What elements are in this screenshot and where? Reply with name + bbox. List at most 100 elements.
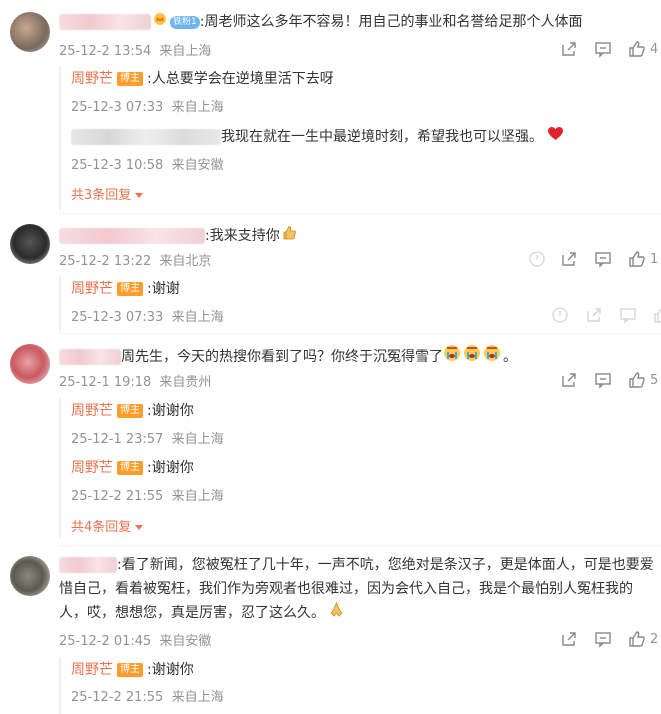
username-blurred[interactable] bbox=[59, 228, 205, 244]
thumbs-up-icon[interactable] bbox=[653, 306, 661, 328]
comment-icon[interactable] bbox=[619, 306, 637, 328]
username-blurred[interactable] bbox=[59, 557, 117, 573]
reply-date: 25-12-2 21:55 bbox=[71, 489, 164, 504]
reply-author[interactable]: 周野芒 bbox=[71, 460, 113, 476]
reply-list: 周野芒 博主:谢谢你 25-12-1 23:57 来自上海 周野芒 博主:谢谢你 2… bbox=[59, 398, 661, 538]
share-icon[interactable] bbox=[585, 306, 603, 328]
reply-date: 25-12-3 10:58 bbox=[71, 158, 164, 173]
reply-text: :谢谢 bbox=[147, 281, 180, 297]
reply-list: 周野芒 博主:谢谢你 25-12-2 21:55 来自上海 bbox=[59, 657, 661, 714]
comment-date: 25-12-1 19:18 bbox=[59, 375, 152, 390]
comment-date: 25-12-2 13:54 bbox=[59, 44, 152, 59]
reply-meta: 25-12-3 07:33 来自上海 bbox=[71, 96, 224, 115]
thumbs-up-icon[interactable] bbox=[628, 40, 646, 58]
dislike-icon[interactable] bbox=[528, 250, 546, 268]
like-count: 4 bbox=[650, 41, 659, 57]
share-icon[interactable] bbox=[560, 250, 578, 268]
author-badge: 博主 bbox=[117, 72, 143, 86]
comment-actions: 4 bbox=[560, 40, 658, 58]
reply-text: :谢谢你 bbox=[147, 403, 194, 419]
reply-meta: 25-12-2 21:55 来自上海 bbox=[71, 485, 224, 504]
more-replies-label: 共3条回复 bbox=[71, 188, 132, 203]
reply-date: 25-12-1 23:57 bbox=[71, 432, 164, 447]
username-blurred[interactable] bbox=[59, 14, 151, 30]
reply-location: 来自上海 bbox=[171, 432, 224, 447]
comment-location: 来自贵州 bbox=[159, 375, 212, 390]
comment-text: 周先生，今天的热搜你看到了吗？你终于沉冤得雪了 bbox=[121, 349, 443, 365]
comment-meta: 25-12-2 13:54 来自上海 bbox=[59, 40, 211, 59]
reply-meta: 25-12-1 23:57 来自上海 bbox=[71, 428, 224, 447]
thumbs-up-icon[interactable] bbox=[628, 630, 646, 648]
avatar[interactable] bbox=[10, 344, 50, 384]
comment-date: 25-12-2 01:45 bbox=[59, 634, 152, 649]
reply-item: 周野芒 博主:谢谢你 bbox=[71, 400, 194, 422]
reply-list: 周野芒 博主:人总要学会在逆境里活下去呀 25-12-3 07:33 来自上海 我… bbox=[59, 66, 661, 210]
like-count: 5 bbox=[650, 372, 659, 388]
thumbs-up-icon[interactable] bbox=[628, 371, 646, 389]
reply-date: 25-12-3 07:33 bbox=[71, 310, 164, 325]
reply-author[interactable]: 周野芒 bbox=[71, 403, 113, 419]
comment-text: :我来支持你 bbox=[205, 228, 280, 244]
like-count: 2 bbox=[650, 631, 659, 647]
comment-actions: 2 bbox=[560, 630, 658, 648]
username-blurred[interactable] bbox=[59, 349, 121, 365]
share-icon[interactable] bbox=[560, 371, 578, 389]
reply-meta: 25-12-2 21:55 来自上海 bbox=[71, 686, 224, 705]
reply-author[interactable]: 周野芒 bbox=[71, 281, 113, 297]
comment-location: 来自北京 bbox=[159, 254, 212, 269]
reply-item: 周野芒 博主:人总要学会在逆境里活下去呀 bbox=[71, 68, 334, 90]
thumbs-up-icon[interactable] bbox=[628, 250, 646, 268]
comment-text-line: 人，哎，想想您，真是厉害，忍了这么久。 bbox=[59, 605, 325, 621]
more-replies-link[interactable]: 共3条回复 bbox=[71, 184, 144, 203]
reply-list: 周野芒 博主 :谢谢 25-12-3 07:33 来自上海 bbox=[59, 276, 661, 332]
reply-text: :谢谢你 bbox=[147, 460, 194, 476]
crying-face-icon bbox=[443, 344, 503, 370]
comment-actions: 5 bbox=[560, 371, 658, 389]
reply-item: 周野芒 博主:谢谢你 bbox=[71, 659, 194, 681]
comment-icon[interactable] bbox=[594, 40, 612, 58]
comment-location: 来自上海 bbox=[159, 44, 212, 59]
reply-location: 来自上海 bbox=[171, 690, 224, 705]
divider bbox=[59, 213, 661, 214]
comment-icon[interactable] bbox=[594, 250, 612, 268]
comment-actions: 1 bbox=[560, 250, 658, 268]
reply-location: 来自上海 bbox=[171, 100, 224, 115]
crown-icon bbox=[153, 10, 167, 34]
reply-item: 我现在就在一生中最逆境时刻，希望我也可以坚强。 bbox=[71, 126, 564, 148]
divider bbox=[59, 333, 661, 334]
comment-meta: 25-12-2 01:45 来自安徽 bbox=[59, 630, 211, 649]
like-count: 1 bbox=[650, 251, 659, 267]
thumbs-up-emoji-icon bbox=[282, 224, 297, 248]
comment-icon[interactable] bbox=[594, 630, 612, 648]
reply-text: :谢谢你 bbox=[147, 662, 194, 678]
share-icon[interactable] bbox=[560, 40, 578, 58]
reply-author[interactable]: 周野芒 bbox=[71, 662, 113, 678]
reply-location: 来自安徽 bbox=[171, 158, 224, 173]
fan-badge: 铁粉1 bbox=[170, 15, 200, 29]
reply-item: 周野芒 博主 :谢谢 bbox=[71, 278, 180, 300]
comment-icon[interactable] bbox=[594, 371, 612, 389]
reply-date: 25-12-3 07:33 bbox=[71, 100, 164, 115]
share-icon[interactable] bbox=[560, 630, 578, 648]
comment-location: 来自安徽 bbox=[159, 634, 212, 649]
dislike-icon[interactable] bbox=[551, 306, 569, 328]
avatar[interactable] bbox=[10, 12, 50, 52]
comment-text-line: 惜自己，看着被冤枉，我们作为旁观者也很难过，因为会代入自己，我是个最怕别人冤枉我… bbox=[59, 581, 633, 597]
author-badge: 博主 bbox=[117, 282, 143, 296]
divider bbox=[59, 545, 661, 546]
avatar[interactable] bbox=[10, 556, 50, 596]
more-replies-link[interactable]: 共4条回复 bbox=[71, 516, 144, 535]
username-blurred[interactable] bbox=[71, 129, 221, 145]
reply-text: 我现在就在一生中最逆境时刻，希望我也可以坚强。 bbox=[221, 129, 543, 145]
reply-actions bbox=[551, 306, 661, 328]
reply-meta: 25-12-3 07:33 来自上海 bbox=[71, 306, 224, 325]
more-replies-label: 共4条回复 bbox=[71, 520, 132, 535]
reply-author[interactable]: 周野芒 bbox=[71, 71, 113, 87]
comment-meta: 25-12-1 19:18 来自贵州 bbox=[59, 371, 211, 390]
red-heart-icon bbox=[547, 126, 564, 148]
comment-text-end: 。 bbox=[503, 349, 517, 365]
reply-item: 周野芒 博主:谢谢你 bbox=[71, 457, 194, 479]
avatar[interactable] bbox=[10, 224, 50, 264]
caret-down-icon bbox=[135, 525, 144, 530]
reply-location: 来自上海 bbox=[171, 310, 224, 325]
